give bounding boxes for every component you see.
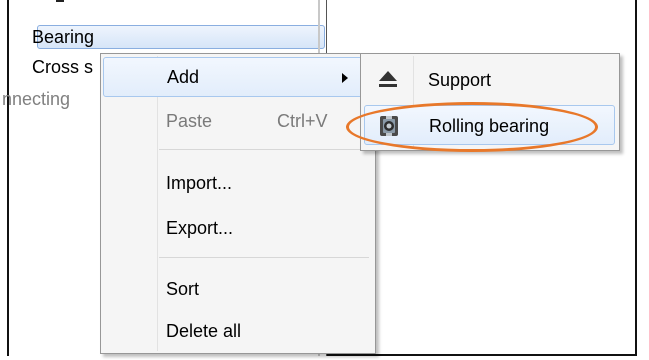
menu-item-export-label: Export...: [166, 218, 234, 238]
menu-item-add[interactable]: Add: [103, 57, 373, 97]
submenu-item-support-label: Support: [428, 70, 492, 90]
submenu-item-support[interactable]: Support: [364, 60, 615, 100]
submenu-arrow-icon: [342, 73, 348, 83]
menu-item-delete-all[interactable]: Delete all: [103, 312, 373, 352]
submenu-item-rolling-bearing[interactable]: Rolling bearing: [364, 105, 615, 145]
support-icon: [376, 68, 400, 92]
submenu-item-rolling-bearing-label: Rolling bearing: [429, 116, 550, 136]
menu-item-add-label: Add: [167, 67, 200, 87]
menu-item-paste[interactable]: Paste Ctrl+V: [103, 102, 373, 142]
clipped-tree-row: [36, 0, 266, 4]
menu-item-import-label: Import...: [166, 173, 233, 193]
tree-item-connecting[interactable]: nnecting: [2, 89, 102, 110]
tree-item-bearing[interactable]: Bearing: [32, 27, 94, 48]
menu-item-sort[interactable]: Sort: [103, 270, 373, 310]
menu-item-export[interactable]: Export...: [103, 209, 373, 249]
menu-item-delete-all-label: Delete all: [166, 321, 242, 341]
menu-item-import[interactable]: Import...: [103, 164, 373, 204]
menu-item-paste-label: Paste: [166, 111, 213, 131]
add-submenu: Support Rolling bearing: [360, 53, 620, 151]
tree-row-icon: [56, 0, 64, 2]
menu-item-sort-label: Sort: [166, 279, 200, 299]
menu-separator: [159, 149, 369, 150]
context-menu: Add Paste Ctrl+V Import... Export... Sor…: [100, 53, 376, 354]
paste-shortcut: Ctrl+V: [277, 111, 328, 131]
tree-item-cross-section[interactable]: Cross s: [32, 57, 102, 78]
rolling-bearing-icon: [377, 114, 401, 138]
menu-separator: [159, 257, 369, 258]
